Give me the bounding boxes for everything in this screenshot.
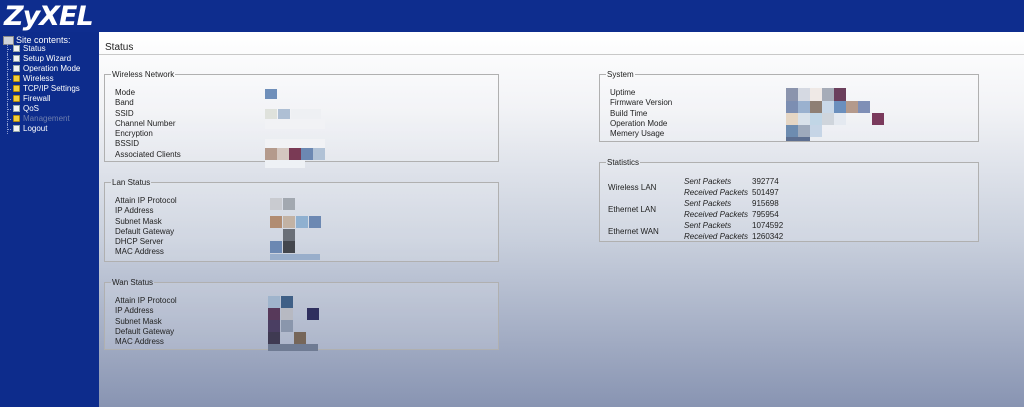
sent-packets-label: Sent Packets bbox=[684, 177, 732, 186]
sidebar-item-status[interactable]: Status bbox=[6, 44, 80, 54]
doc-icon bbox=[13, 45, 20, 52]
field-label: Band bbox=[115, 98, 134, 108]
folder-icon bbox=[13, 95, 20, 102]
folder-icon bbox=[13, 85, 20, 92]
field-label: Default Gateway bbox=[115, 226, 175, 236]
sidebar-item-label: TCP/IP Settings bbox=[23, 84, 80, 93]
field-label: MAC Address bbox=[115, 247, 164, 257]
field-label: Operation Mode bbox=[610, 118, 668, 128]
sidebar-item-label: Setup Wizard bbox=[23, 54, 72, 63]
sidebar-item-label: Firewall bbox=[23, 94, 51, 103]
doc-icon bbox=[13, 105, 20, 112]
field-label: Mode bbox=[115, 88, 136, 97]
sidebar-item-setup-wizard[interactable]: Setup Wizard bbox=[6, 54, 80, 64]
sidebar-item-operation-mode[interactable]: Operation Mode bbox=[6, 64, 80, 74]
sidebar-item-label: QoS bbox=[23, 104, 40, 113]
sent-packets-label: Sent Packets bbox=[684, 199, 732, 208]
sidebar-item-wireless[interactable]: Wireless bbox=[6, 74, 80, 84]
field-label: IP Address bbox=[115, 306, 154, 316]
field-label: IP Address bbox=[115, 206, 154, 216]
field-label: Memery Usage bbox=[610, 129, 665, 139]
panel-legend: Lan Status bbox=[112, 178, 151, 187]
field-label: Channel Number bbox=[115, 118, 176, 128]
stat-interface-name: Ethernet LAN bbox=[608, 205, 657, 214]
doc-icon bbox=[13, 65, 20, 72]
field-label: DHCP Server bbox=[115, 237, 164, 247]
panel-legend: Wan Status bbox=[112, 278, 154, 287]
field-label: Build Time bbox=[610, 108, 648, 118]
page-title: Status bbox=[105, 42, 134, 53]
field-label: Encryption bbox=[115, 129, 153, 139]
field-label: Subnet Mask bbox=[115, 216, 162, 226]
field-label: MAC Address bbox=[115, 337, 164, 347]
field-label: Attain IP Protocol bbox=[115, 296, 177, 305]
sent-packets-value: 392774 bbox=[752, 177, 779, 186]
folder-icon bbox=[13, 115, 20, 122]
sidebar-item-label: Logout bbox=[23, 124, 48, 133]
received-packets-label: Received Packets bbox=[684, 210, 749, 219]
panel-legend: Statistics bbox=[607, 158, 640, 167]
field-label: SSID bbox=[115, 108, 134, 118]
panel-legend: System bbox=[607, 70, 634, 79]
top-banner: ZyXEL bbox=[0, 0, 1024, 32]
doc-icon bbox=[13, 125, 20, 132]
main-content: Status Wireless Network Mode Band SSID C… bbox=[99, 32, 1024, 407]
field-label: Subnet Mask bbox=[115, 316, 162, 326]
panel-legend: Wireless Network bbox=[112, 70, 175, 79]
sidebar-item-firewall[interactable]: Firewall bbox=[6, 94, 80, 104]
sidebar-item-label: Operation Mode bbox=[23, 64, 81, 73]
sidebar-item-label: Wireless bbox=[23, 74, 54, 83]
sidebar-item-tcpip-settings[interactable]: TCP/IP Settings bbox=[6, 84, 80, 94]
sent-packets-value: 915698 bbox=[752, 199, 779, 208]
received-packets-value: 1260342 bbox=[752, 232, 784, 241]
statistics-panel: Statistics Wireless LAN Sent Packets 392… bbox=[599, 158, 979, 242]
sidebar-item-label: Status bbox=[23, 44, 46, 53]
stat-interface-name: Ethernet WAN bbox=[608, 227, 659, 236]
field-label: Firmware Version bbox=[610, 98, 673, 108]
sidebar-item-qos[interactable]: QoS bbox=[6, 104, 80, 114]
sidebar: Site contents: Status Setup Wizard Opera… bbox=[0, 32, 99, 407]
divider bbox=[99, 54, 1024, 55]
received-packets-label: Received Packets bbox=[684, 232, 749, 241]
field-label: Associated Clients bbox=[115, 149, 181, 159]
system-panel: System Uptime Firmware Version Build Tim… bbox=[599, 70, 979, 142]
stat-interface-name: Wireless LAN bbox=[608, 183, 657, 192]
field-label: Default Gateway bbox=[115, 326, 175, 336]
wireless-network-panel: Wireless Network Mode Band SSID Channel … bbox=[104, 70, 499, 168]
received-packets-label: Received Packets bbox=[684, 188, 749, 197]
field-label: BSSID bbox=[115, 139, 140, 149]
sent-packets-label: Sent Packets bbox=[684, 221, 732, 230]
field-label: Attain IP Protocol bbox=[115, 196, 177, 205]
site-tree: Status Setup Wizard Operation Mode Wirel… bbox=[6, 44, 80, 134]
received-packets-value: 795954 bbox=[752, 210, 779, 219]
sent-packets-value: 1074592 bbox=[752, 221, 784, 230]
sidebar-item-logout[interactable]: Logout bbox=[6, 124, 80, 134]
lan-status-panel: Lan Status Attain IP Protocol IP Address… bbox=[104, 178, 499, 262]
zyxel-logo: ZyXEL bbox=[4, 1, 94, 32]
sidebar-item-management: Management bbox=[6, 114, 80, 124]
field-label: Uptime bbox=[610, 88, 636, 97]
doc-icon bbox=[13, 55, 20, 62]
wan-status-panel: Wan Status Attain IP Protocol IP Address… bbox=[104, 278, 499, 351]
received-packets-value: 501497 bbox=[752, 188, 779, 197]
sidebar-item-label: Management bbox=[23, 114, 70, 123]
folder-icon bbox=[13, 75, 20, 82]
